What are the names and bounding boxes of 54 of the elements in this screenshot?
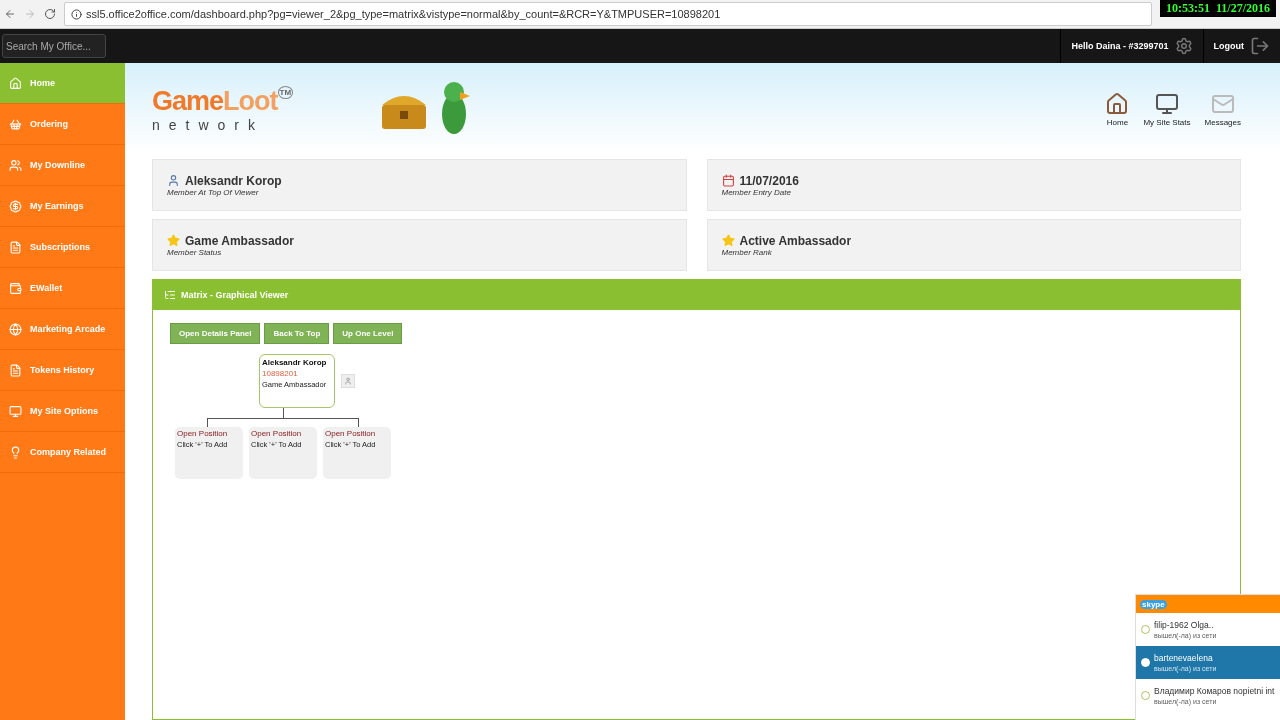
settings-icon[interactable] [1174, 37, 1193, 55]
person-icon [167, 174, 180, 187]
member-name: Aleksandr Korop [262, 358, 328, 367]
position-title: Open Position [251, 429, 303, 438]
status-dot [1141, 658, 1150, 667]
action-button[interactable]: Open Details Panel [170, 323, 261, 344]
reload-icon[interactable] [44, 8, 56, 20]
back-icon[interactable] [4, 8, 16, 20]
card-value: Active Ambassador [739, 233, 852, 248]
action-button[interactable]: Back To Top [264, 323, 330, 344]
header-link[interactable]: Home [1105, 91, 1130, 127]
tree-icon [164, 289, 176, 301]
panel-title: Matrix - Graphical Viewer [181, 290, 289, 300]
person-icon [344, 377, 352, 385]
card-value: Game Ambassador [185, 233, 294, 248]
monitor-icon [9, 404, 22, 418]
card-caption: Member At Top Of Viewer [167, 187, 259, 197]
logout-icon[interactable] [1250, 36, 1270, 56]
card-caption: Member Entry Date [721, 187, 792, 197]
logout-link[interactable]: Logout [1213, 41, 1244, 51]
calendar-icon [721, 174, 735, 187]
contact-name: filip-1962 Olga.. [1154, 620, 1215, 630]
position-title: Open Position [177, 429, 229, 438]
house-icon [1105, 91, 1130, 116]
header-link[interactable]: Messages [1204, 91, 1241, 127]
member-id: 10898201 [262, 369, 299, 378]
card-value: 11/07/2016 [739, 173, 799, 188]
url-text: ssl5.office2office.com/dashboard.php?pg=viewer_2&pg_type=matrix&vistype=normal&by_count=&RCR=Y&TMPUSER=10898201 [86, 8, 721, 20]
wallet-icon [9, 281, 22, 295]
address-bar[interactable]: ssl5.office2office.com/dashboard.php?pg=viewer_2&pg_type=matrix&vistype=normal&by_count=&RCR=Y&TMPUSER=10898201 [64, 2, 1152, 26]
globe-icon [9, 322, 22, 336]
clock-text: 10:53:51 11/27/2016 [1160, 0, 1276, 17]
monitor-icon [1154, 91, 1179, 116]
document-icon [9, 363, 22, 377]
star-icon [167, 234, 180, 247]
action-button[interactable]: Up One Level [333, 323, 403, 344]
users-icon [9, 158, 22, 172]
info-icon [71, 8, 82, 20]
card-caption: Member Status [167, 247, 223, 257]
contact-name: Владимир Комаров nopietni int [1154, 686, 1275, 696]
star-icon [721, 234, 735, 247]
greeting-text: Hello Daina - #3299701 [1071, 41, 1169, 51]
lightbulb-icon [9, 445, 22, 459]
contact-name: bartenevaelena [1154, 653, 1214, 663]
document-icon [9, 240, 22, 254]
card-value: Aleksandr Korop [185, 173, 282, 188]
header-link[interactable]: My Site Stats [1143, 91, 1191, 127]
basket-icon [9, 117, 22, 131]
card-caption: Member Rank [721, 247, 773, 257]
search-field[interactable]: Search My Office... [2, 34, 106, 58]
chat-logo: skype [1140, 599, 1167, 609]
home-icon [9, 76, 22, 90]
logo-subtitle: network [152, 116, 266, 133]
position-title: Open Position [325, 429, 377, 438]
